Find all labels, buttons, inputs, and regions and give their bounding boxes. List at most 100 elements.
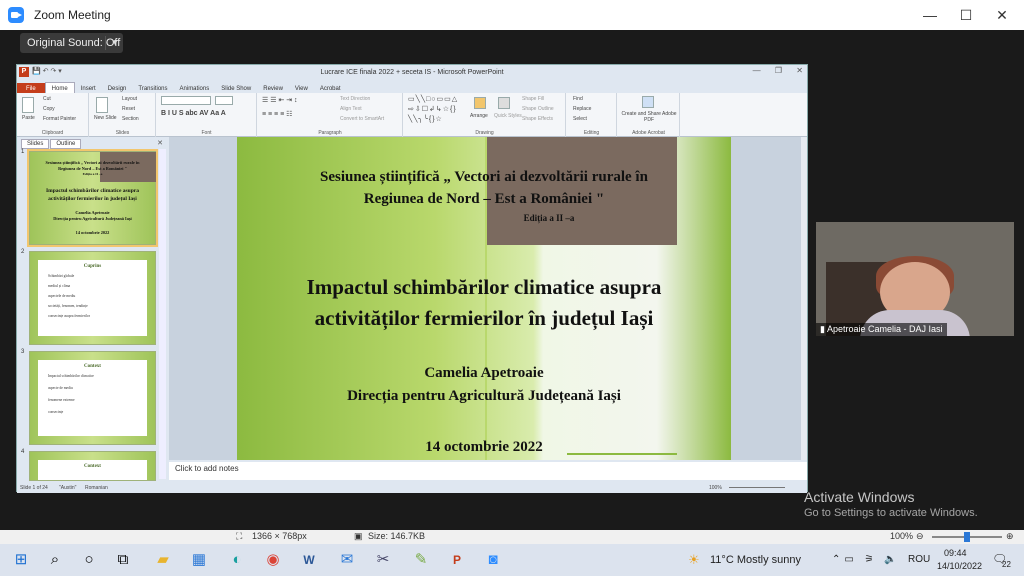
chevron-down-icon[interactable]: ▼ — [111, 33, 119, 53]
text-direction-button[interactable]: Text Direction — [340, 96, 370, 102]
maximize-button[interactable]: ☐ — [948, 2, 984, 28]
panel-scrollbar[interactable] — [159, 149, 166, 479]
search-icon[interactable]: ⌕ — [44, 549, 66, 571]
reset-button[interactable]: Reset — [122, 106, 135, 112]
thumb-number: 2 — [21, 249, 25, 255]
notes-pane[interactable]: Click to add notes — [169, 462, 807, 480]
shape-outline-button[interactable]: Shape Outline — [522, 106, 554, 112]
adobe-pdf-icon[interactable] — [642, 96, 654, 108]
font-size-box[interactable] — [215, 96, 233, 105]
drawing-label: Drawing — [475, 130, 494, 136]
bold-button[interactable]: B I U S abc AV Aa A — [161, 110, 226, 117]
align-buttons[interactable]: ≡ ≡ ≡ ≡ ☷ — [262, 110, 292, 118]
language[interactable]: Romanian — [85, 485, 108, 491]
quick-styles-button[interactable]: Quick Styles — [494, 113, 522, 119]
start-icon[interactable]: ⊞ — [10, 549, 32, 571]
ppt-window-controls[interactable]: — ❐ ✕ — [753, 66, 803, 75]
clock-time[interactable]: 09:44 — [944, 548, 967, 558]
quick-styles-icon[interactable] — [498, 97, 510, 109]
author-name: Camelia Apetroaie — [424, 365, 544, 381]
slide-canvas[interactable]: Sesiunea științifică „ Vectori ai dezvol… — [237, 137, 731, 460]
store-icon[interactable]: ▦ — [188, 549, 210, 571]
shapes-gallery[interactable]: ▭╲╲□○▭▭△ — [408, 95, 458, 103]
close-button[interactable]: ✕ — [984, 2, 1020, 28]
slide-thumbnail-3[interactable]: Context Impactul schimbărilor climatice … — [29, 351, 156, 445]
weather-icon: ☀ — [688, 552, 700, 567]
select-button[interactable]: Select — [573, 116, 587, 122]
shape-effects-button[interactable]: Shape Effects — [522, 116, 553, 122]
slide-thumbnail-2[interactable]: Cuprins Schimbări globale mediul și clim… — [29, 251, 156, 345]
thumb-line: Ediția a II –a — [82, 172, 103, 176]
thumb-title: Context — [84, 464, 101, 469]
create-pdf-button[interactable]: Create and Share Adobe PDF — [620, 111, 678, 123]
ribbon-tabs: File Home Insert Design Transitions Animation… — [17, 81, 807, 95]
edition-line: Ediția a II –a — [523, 213, 575, 223]
slide-thumbnail-4[interactable]: Context — [29, 451, 156, 481]
replace-button[interactable]: Replace — [573, 106, 591, 112]
task-view-icon[interactable]: ⧉ — [112, 549, 134, 571]
paste-icon[interactable] — [22, 97, 34, 113]
close-panel-icon[interactable]: ✕ — [157, 139, 163, 147]
cortana-icon[interactable]: ○ — [78, 549, 100, 571]
tray-icons[interactable]: ⌃▭ ⚞ 🔈 — [832, 544, 901, 576]
zoom-in-icon[interactable]: ⊕ — [1006, 531, 1014, 542]
window-title: Zoom Meeting — [34, 8, 111, 22]
edge-icon[interactable]: ◐ — [226, 549, 248, 571]
font-name-box[interactable] — [161, 96, 211, 105]
slide-counter: Slide 1 of 24 — [20, 485, 48, 491]
convert-smartart-button[interactable]: Convert to SmartArt — [340, 116, 384, 122]
tab-slides[interactable]: Slides — [21, 139, 50, 149]
format-painter-button[interactable]: Format Painter — [43, 116, 76, 122]
shapes-gallery-2[interactable]: ⇨⇩☐↲↳☆{} — [408, 105, 457, 113]
editing-label: Editing — [583, 130, 600, 136]
thumb-number: 3 — [21, 349, 25, 355]
weather-text[interactable]: 11°C Mostly sunny — [710, 544, 801, 576]
slide-accent-line — [567, 453, 677, 455]
align-text-button[interactable]: Align Text — [340, 106, 362, 112]
zoom-thumb[interactable] — [964, 532, 970, 542]
bullets-button[interactable]: ☰ ☰ ⇤ ⇥ ↕ — [262, 96, 298, 104]
zoom-taskbar-icon[interactable]: ◙ — [482, 549, 504, 571]
font-group: B I U S abc AV Aa A Font — [157, 93, 257, 137]
shape-fill-button[interactable]: Shape Fill — [522, 96, 544, 102]
theme-name: "Austin" — [59, 485, 77, 491]
arrange-button[interactable]: Arrange — [470, 113, 488, 119]
powerpoint-window: Lucrare ICE finala 2022 + seceta IS - Mi… — [16, 64, 808, 493]
paste-button[interactable]: Paste — [22, 115, 35, 121]
snipping-icon[interactable]: ✂ — [372, 549, 394, 571]
language-indicator[interactable]: ROU — [908, 544, 930, 576]
clock-date[interactable]: 14/10/2022 — [937, 561, 982, 571]
copy-button[interactable]: Copy — [43, 106, 55, 112]
shapes-gallery-3[interactable]: ╲╲╮╰{}☆ — [408, 115, 443, 123]
mail-icon[interactable]: ✉ — [336, 549, 358, 571]
slide-thumbnail-1[interactable]: Sesiunea științifică „ Vectori ai dezvol… — [27, 149, 158, 247]
zoom-level[interactable]: 100% — [709, 485, 722, 491]
zoom-out-icon[interactable]: ⊖ — [916, 531, 924, 542]
notification-count: 22 — [1002, 560, 1011, 569]
slide-scrollbar[interactable] — [801, 137, 807, 460]
participant-video[interactable]: ▮ Apetroaie Camelia - DAJ Iasi — [816, 222, 1014, 336]
find-button[interactable]: Find — [573, 96, 583, 102]
zoom-slider[interactable] — [729, 487, 785, 488]
original-sound-button[interactable]: Original Sound: Off ▼ — [20, 33, 123, 53]
tab-outline[interactable]: Outline — [50, 139, 82, 149]
powerpoint-taskbar-icon[interactable]: P — [446, 549, 468, 571]
editing-group: Find Replace Select Editing — [567, 93, 617, 137]
quick-access-toolbar[interactable]: P 💾 ↶ ↷ ▾ — [19, 67, 62, 77]
file-explorer-icon[interactable]: ▰ — [152, 549, 174, 571]
thumb-line: activităților fermierilor în județul Iaș… — [48, 196, 137, 202]
cut-button[interactable]: Cut — [43, 96, 51, 102]
new-slide-icon[interactable] — [96, 97, 108, 113]
layout-button[interactable]: Layout — [122, 96, 137, 102]
paint-icon[interactable]: ✎ — [410, 549, 432, 571]
new-slide-button[interactable]: New Slide — [94, 115, 117, 121]
chrome-icon[interactable]: ◉ — [262, 549, 284, 571]
word-icon[interactable]: W — [298, 549, 320, 571]
minimize-button[interactable]: — — [912, 2, 948, 28]
acrobat-label: Adobe Acrobat — [632, 130, 665, 136]
section-button[interactable]: Section — [122, 116, 139, 122]
clipboard-group: Paste Cut Copy Format Painter Clipboard — [17, 93, 89, 137]
zoom-titlebar: Zoom Meeting — ☐ ✕ — [0, 0, 1024, 30]
arrange-icon[interactable] — [474, 97, 486, 109]
signal-icon: ▮ — [820, 324, 827, 334]
